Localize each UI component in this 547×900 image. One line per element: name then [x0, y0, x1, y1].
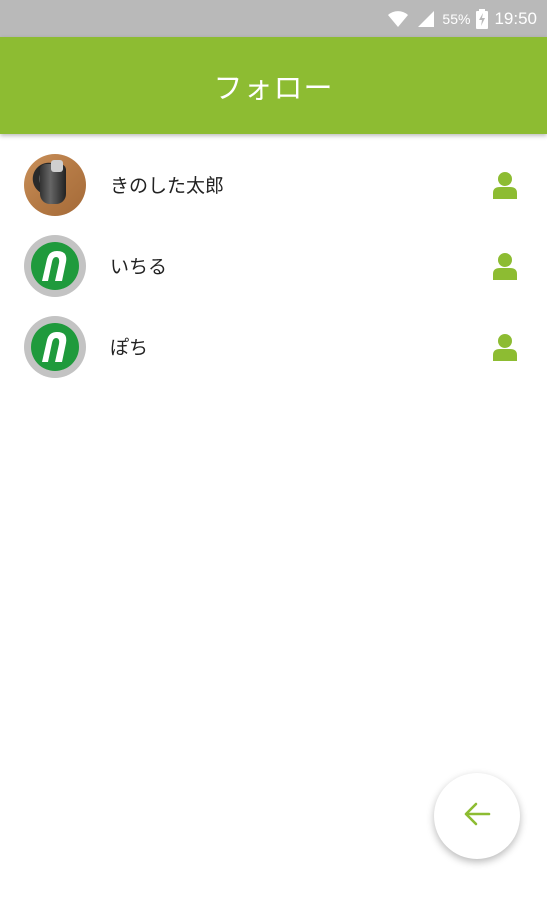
status-bar: 55% 19:50: [0, 0, 547, 37]
battery-charging-icon: [476, 8, 489, 29]
person-icon[interactable]: [492, 171, 518, 199]
user-name: ぽち: [110, 337, 149, 359]
person-icon[interactable]: [492, 333, 518, 361]
arrow-left-icon: [462, 799, 492, 833]
follow-list: きのした太郎 いちる ぽち: [0, 144, 547, 387]
wifi-icon: [386, 9, 410, 29]
list-item[interactable]: いちる: [0, 225, 547, 306]
clock: 19:50: [494, 8, 537, 28]
user-name: きのした太郎: [110, 175, 225, 197]
person-icon[interactable]: [492, 252, 518, 280]
avatar[interactable]: [24, 234, 86, 297]
back-button[interactable]: [434, 773, 520, 859]
avatar[interactable]: [24, 153, 86, 216]
user-name: いちる: [110, 256, 168, 278]
app-bar: フォロー: [0, 37, 547, 134]
avatar[interactable]: [24, 315, 86, 378]
list-item[interactable]: ぽち: [0, 306, 547, 387]
battery-percentage: 55%: [442, 10, 471, 27]
signal-icon: [416, 9, 436, 29]
page-title: フォロー: [213, 70, 334, 105]
list-item[interactable]: きのした太郎: [0, 144, 547, 225]
